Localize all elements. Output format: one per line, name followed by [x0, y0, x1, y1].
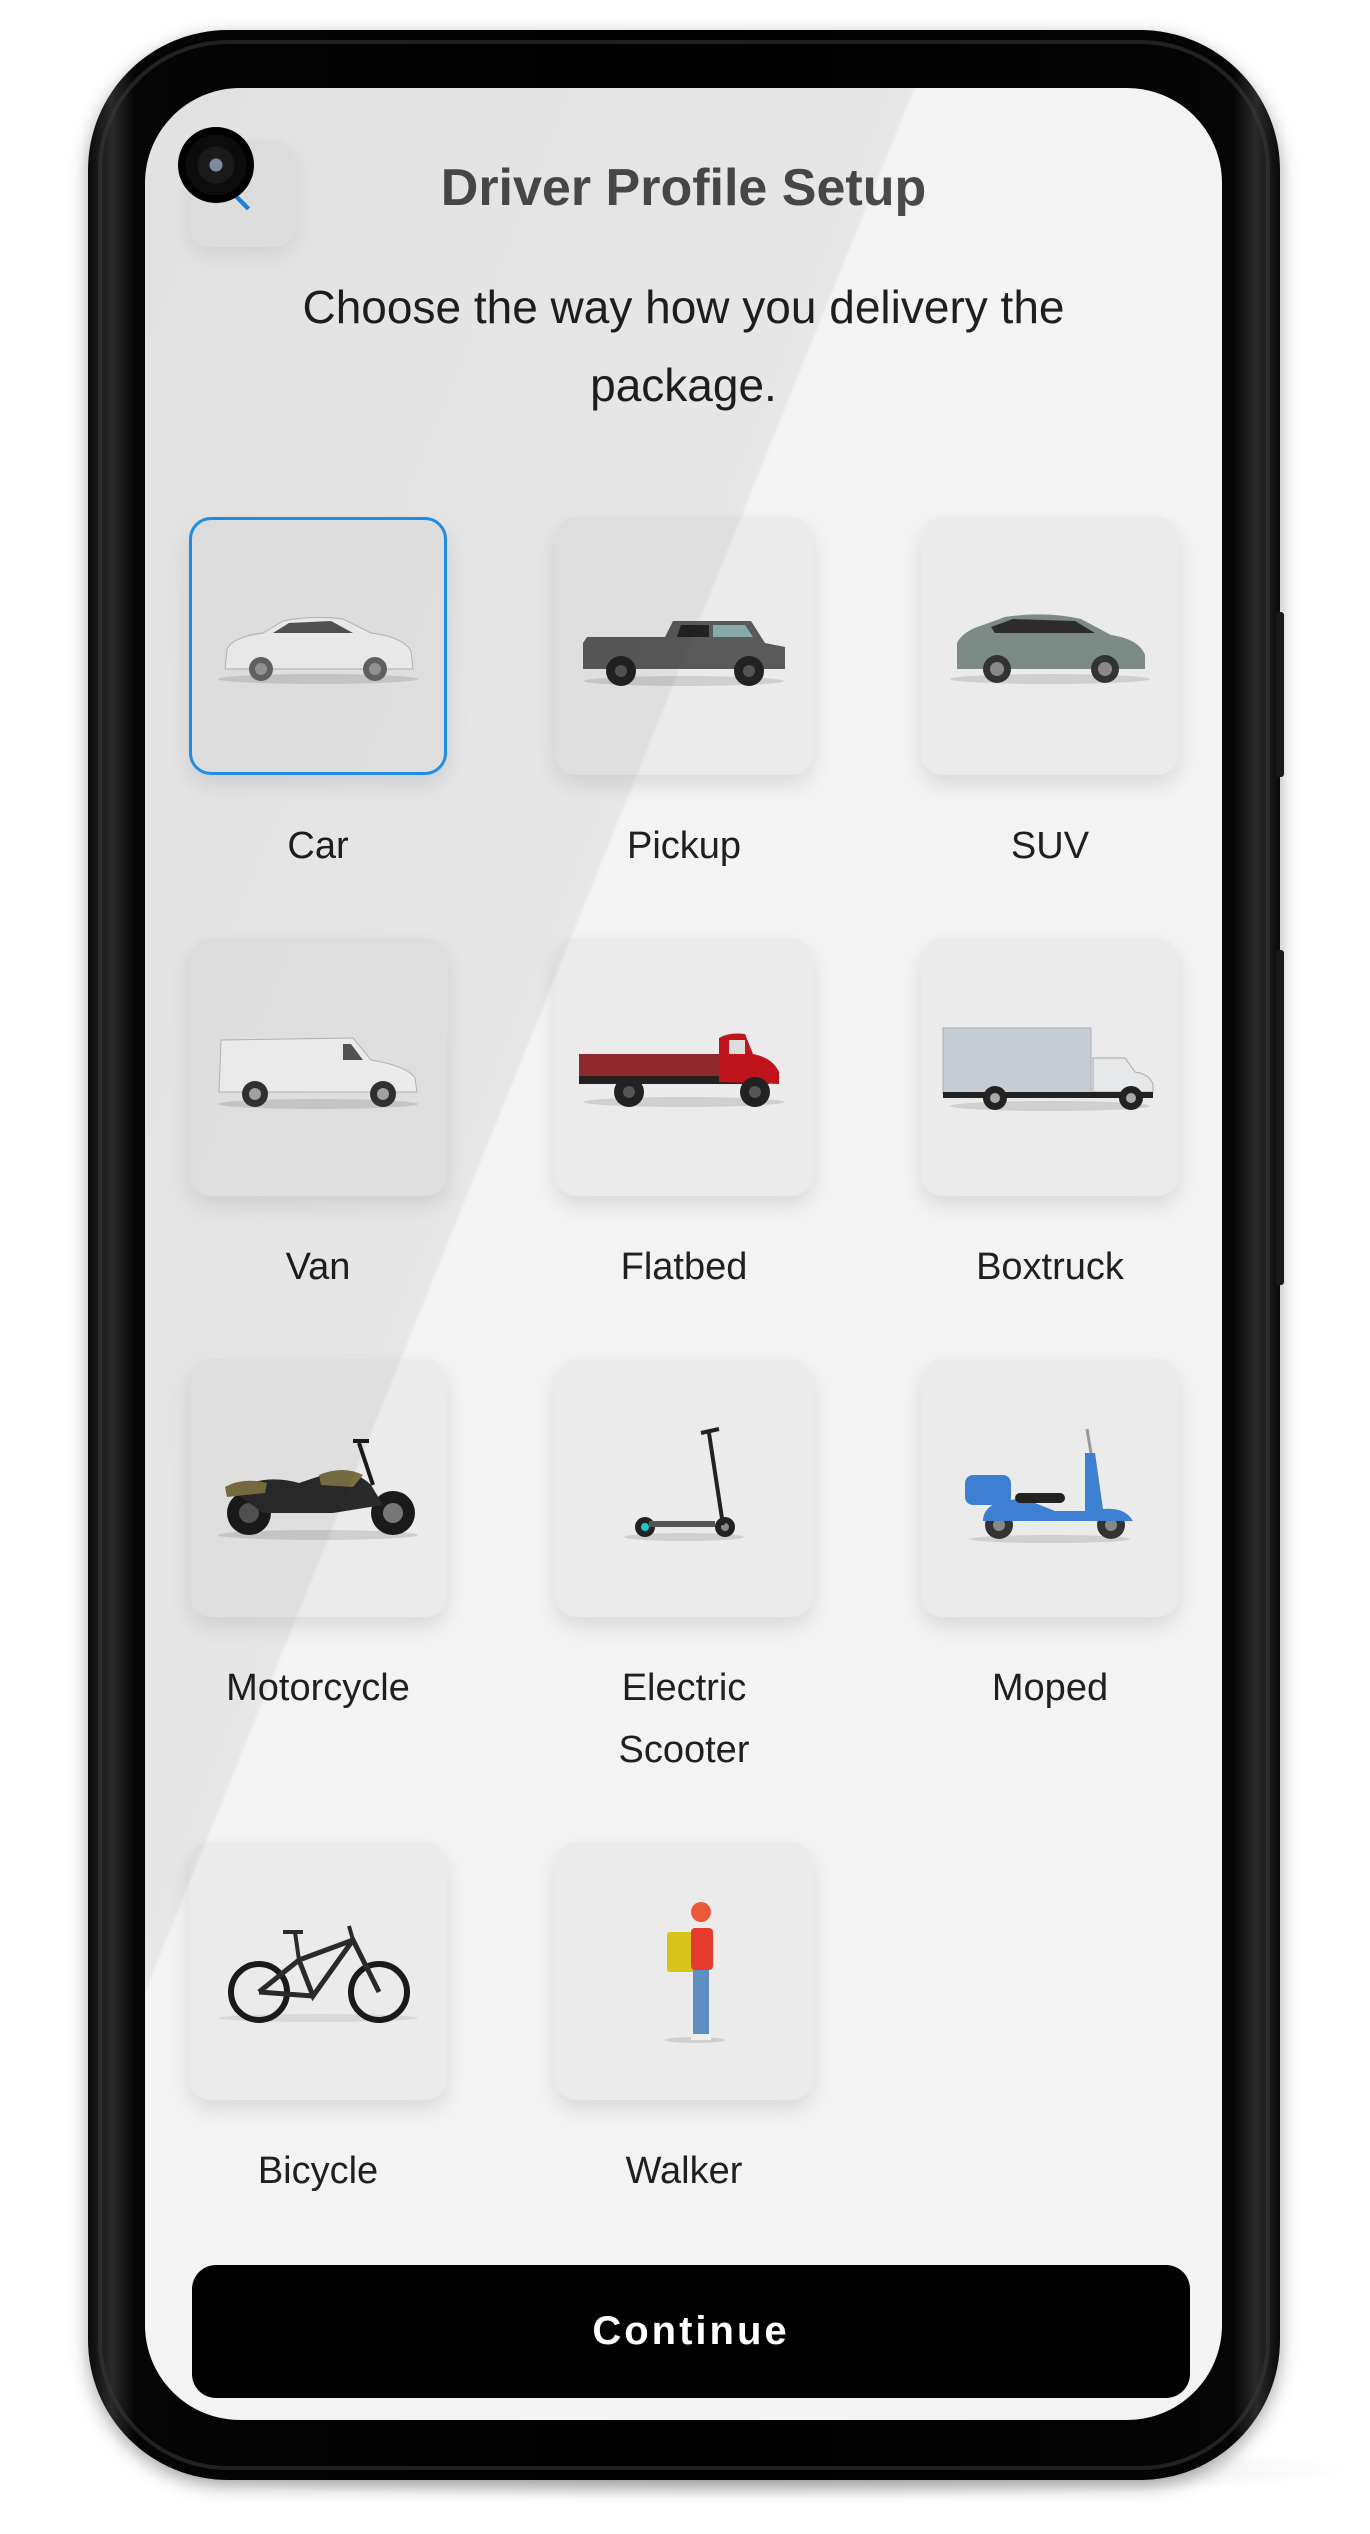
option-card[interactable]: [555, 1842, 813, 2100]
option-label: Flatbed: [620, 1246, 748, 1288]
option-label: Car: [287, 825, 349, 867]
option-bicycle[interactable]: Bicycle: [189, 1842, 447, 2202]
option-label: Bicycle: [257, 2150, 379, 2192]
option-boxtruck[interactable]: Boxtruck: [921, 938, 1179, 1298]
option-car[interactable]: Car: [189, 517, 447, 877]
option-suv[interactable]: SUV: [921, 517, 1179, 877]
option-card[interactable]: [555, 517, 813, 775]
option-label: Boxtruck: [976, 1246, 1124, 1288]
page-title: Driver Profile Setup: [440, 159, 927, 217]
option-label: Moped: [991, 1667, 1109, 1709]
option-van[interactable]: Van: [189, 938, 447, 1298]
motorcycle-icon: [218, 1439, 418, 1540]
walker-icon: [665, 1902, 725, 2043]
option-label: SUV: [1010, 825, 1090, 867]
option-pickup[interactable]: Pickup: [555, 517, 813, 877]
option-card[interactable]: [189, 517, 447, 775]
option-flatbed[interactable]: Flatbed: [555, 938, 813, 1298]
option-label: Electric Scooter: [618, 1667, 750, 1771]
option-card[interactable]: [921, 1359, 1179, 1617]
suv-icon: [950, 614, 1150, 684]
option-label: Walker: [625, 2150, 743, 2192]
option-motorcycle[interactable]: Motorcycle: [189, 1359, 447, 1719]
option-card[interactable]: [555, 938, 813, 1196]
electric-scooter-icon: [624, 1427, 744, 1541]
option-card[interactable]: [921, 938, 1179, 1196]
option-moped[interactable]: Moped: [921, 1359, 1179, 1719]
option-card[interactable]: [921, 517, 1179, 775]
option-label: Pickup: [626, 825, 742, 867]
moped-icon: [965, 1428, 1133, 1543]
bicycle-icon: [218, 1925, 418, 2023]
option-label: Motorcycle: [226, 1667, 410, 1709]
flatbed-truck-icon: [579, 1033, 784, 1107]
van-icon: [218, 1037, 418, 1109]
box-truck-icon: [942, 1027, 1154, 1111]
option-label: Van: [285, 1246, 351, 1288]
car-icon: [218, 616, 418, 684]
app-screen: Driver Profile Setup Choose the way how …: [145, 88, 1222, 2420]
continue-button[interactable]: Continue: [192, 2265, 1190, 2398]
instruction-text: Choose the way how you delivery the pack…: [302, 281, 1065, 411]
option-card[interactable]: [555, 1359, 813, 1617]
option-walker[interactable]: Walker: [555, 1842, 813, 2202]
front-camera: [178, 127, 254, 203]
option-card[interactable]: [189, 1359, 447, 1617]
option-card[interactable]: [189, 938, 447, 1196]
option-electric-scooter[interactable]: Electric Scooter: [555, 1359, 813, 1781]
volume-button: [1276, 612, 1284, 777]
option-card[interactable]: [189, 1842, 447, 2100]
pickup-truck-icon: [583, 621, 785, 686]
power-button: [1276, 950, 1284, 1285]
